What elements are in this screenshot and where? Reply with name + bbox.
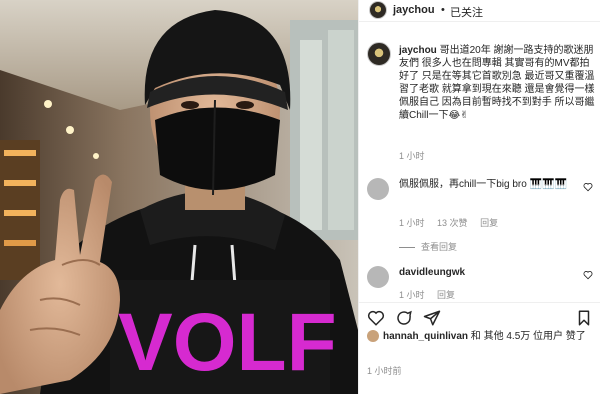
view-replies-line xyxy=(399,247,415,249)
caption-avatar[interactable] xyxy=(367,42,391,66)
post-timestamp: 1 小时前 xyxy=(367,366,402,376)
view-replies-label: 查看回复 xyxy=(421,242,458,252)
like-comment-heart-icon[interactable] xyxy=(583,270,593,280)
post-action-bar xyxy=(359,302,600,326)
comment-meta: 1 小时 13 次赞 回复 xyxy=(399,216,508,229)
follow-status-button[interactable]: 已关注 xyxy=(450,4,483,20)
author-avatar[interactable] xyxy=(369,1,387,19)
caption-text: jaychou 哥出道20年 謝謝一路支持的歌迷朋友們 很多人也在問專輯 其實哥… xyxy=(399,44,595,122)
liker-avatar[interactable] xyxy=(367,330,379,343)
comment-reply-button[interactable]: 回复 xyxy=(480,218,498,228)
likes-rest: 和 其他 4.5万 位用户 赞了 xyxy=(470,331,586,342)
comment-author[interactable]: davidleungwk xyxy=(399,267,465,278)
comment-meta: 1 小时 回复 xyxy=(399,288,465,301)
author-username[interactable]: jaychou xyxy=(393,4,435,16)
likes-summary: hannah_quinlivan 和 其他 4.5万 位用户 赞了 xyxy=(367,330,595,343)
post-detail-panel: jaychou • 已关注 jaychou 哥出道20年 謝謝一路支持的歌迷朋友… xyxy=(358,0,600,394)
post-photo: VOLF xyxy=(0,0,358,394)
comment-bubble-icon[interactable] xyxy=(395,309,413,327)
view-replies-button[interactable]: 查看回复 xyxy=(399,240,457,253)
selfie-image: VOLF xyxy=(0,0,358,394)
caption-username[interactable]: jaychou xyxy=(399,45,437,56)
comment-username: davidleungwk xyxy=(399,266,569,279)
commenter-avatar[interactable] xyxy=(367,266,389,288)
hoodie-graphic-text: VOLF xyxy=(118,297,337,388)
caption-timestamp: 1 小时 xyxy=(399,151,425,161)
comment-time: 1 小时 xyxy=(399,218,425,228)
header-separator: • xyxy=(441,4,445,16)
liker-username[interactable]: hannah_quinlivan xyxy=(383,331,468,342)
like-heart-icon[interactable] xyxy=(367,309,385,327)
caption-body: 哥出道20年 謝謝一路支持的歌迷朋友們 很多人也在問專輯 其實哥有的MV都拍好了… xyxy=(399,45,595,121)
comment-likes[interactable]: 13 次赞 xyxy=(437,218,468,228)
share-paper-plane-icon[interactable] xyxy=(423,309,441,327)
save-bookmark-icon[interactable] xyxy=(575,309,593,327)
post-header: jaychou • 已关注 xyxy=(359,0,600,22)
comment-time: 1 小时 xyxy=(399,290,425,300)
like-comment-heart-icon[interactable] xyxy=(583,182,593,192)
commenter-avatar[interactable] xyxy=(367,178,389,200)
comment-text: 佩服佩服，再chill一下big bro 🎹🎹🎹 xyxy=(399,179,567,190)
comment-reply-button[interactable]: 回复 xyxy=(437,290,455,300)
